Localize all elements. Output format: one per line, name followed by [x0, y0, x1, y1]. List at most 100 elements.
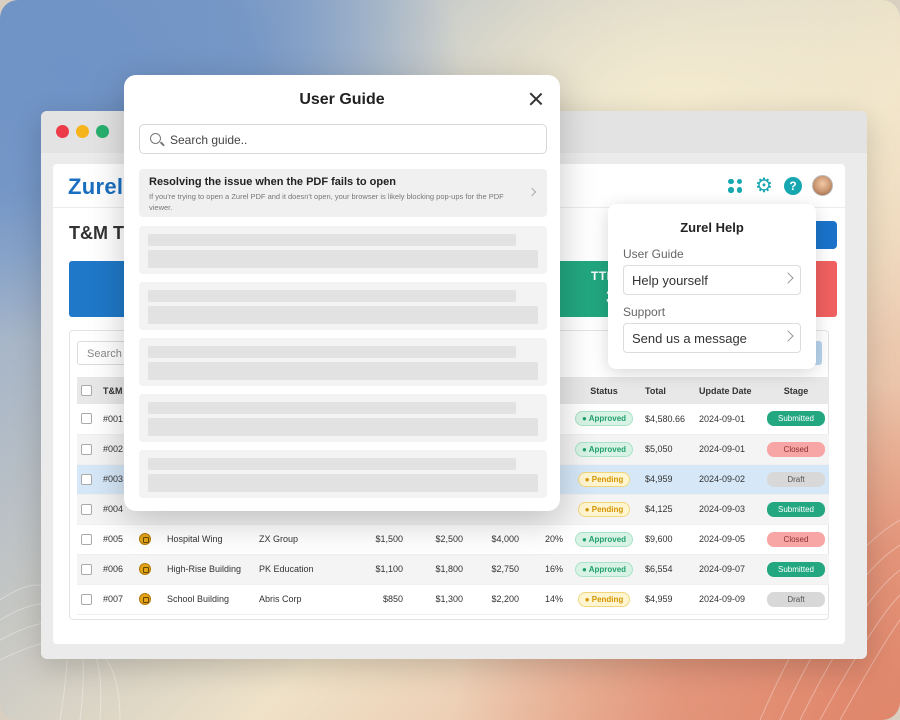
- column-header-status[interactable]: Status: [567, 377, 641, 404]
- loading-skeleton-item: [139, 282, 547, 330]
- search-icon: [150, 133, 161, 144]
- stage-badge[interactable]: Submitted: [767, 501, 825, 517]
- article-title: Resolving the issue when the PDF fails t…: [149, 176, 396, 188]
- update-date-cell: 2024-09-01: [695, 404, 763, 435]
- guide-search-placeholder: Search guide..: [170, 133, 248, 147]
- maximize-window-button[interactable]: [96, 125, 109, 138]
- percent-cell: 20%: [523, 524, 567, 555]
- cost-cell: $1,800: [407, 554, 467, 585]
- update-date-cell: 2024-09-09: [695, 584, 763, 615]
- help-icon[interactable]: ?: [784, 176, 802, 195]
- chevron-right-icon: [782, 272, 794, 284]
- client-name: PK Education: [255, 554, 347, 585]
- percent-cell: 16%: [523, 554, 567, 585]
- row-id: #006: [99, 554, 135, 585]
- client-name: Abris Corp: [255, 584, 347, 615]
- row-checkbox[interactable]: [81, 533, 92, 545]
- cost-cell: $1,100: [347, 554, 407, 585]
- close-window-button[interactable]: [56, 125, 69, 138]
- loading-skeleton-item: [139, 338, 547, 386]
- apps-grid-icon[interactable]: [726, 177, 744, 195]
- user-guide-modal: User Guide Search guide.. Resolving the …: [124, 75, 560, 511]
- cost-cell: $2,750: [467, 554, 523, 585]
- stage-badge[interactable]: Draft: [767, 471, 825, 487]
- cost-cell: $1,300: [407, 584, 467, 615]
- stage-badge[interactable]: Submitted: [767, 411, 825, 427]
- row-checkbox[interactable]: [81, 413, 92, 425]
- total-cell: $4,959: [641, 464, 695, 495]
- cost-cell: $1,500: [347, 524, 407, 555]
- row-checkbox[interactable]: [81, 563, 92, 575]
- select-all-checkbox[interactable]: [81, 385, 92, 397]
- status-badge: ● Approved: [574, 411, 634, 427]
- project-name: School Building: [163, 584, 255, 615]
- status-badge: ● Approved: [574, 561, 634, 577]
- project-icon: [139, 593, 151, 605]
- percent-cell: 14%: [523, 584, 567, 615]
- stage-badge[interactable]: Closed: [767, 441, 825, 457]
- status-badge: ● Approved: [574, 531, 634, 547]
- update-date-cell: 2024-09-01: [695, 434, 763, 465]
- modal-title: User Guide: [299, 91, 385, 108]
- total-cell: $5,050: [641, 434, 695, 465]
- project-name: High-Rise Building: [163, 554, 255, 585]
- chevron-right-icon: [782, 330, 794, 342]
- row-checkbox[interactable]: [81, 473, 92, 485]
- stage-badge[interactable]: Draft: [767, 591, 825, 607]
- table-row[interactable]: #007 School Building Abris Corp $850 $1,300 $…: [77, 584, 829, 615]
- help-yourself-button[interactable]: Help yourself: [623, 265, 801, 295]
- status-badge: ● Approved: [574, 441, 634, 457]
- stage-badge[interactable]: Closed: [767, 531, 825, 547]
- update-date-cell: 2024-09-07: [695, 554, 763, 585]
- help-title: Zurel Help: [680, 220, 744, 235]
- column-header-stage[interactable]: Stage: [763, 377, 829, 404]
- total-cell: $4,125: [641, 494, 695, 525]
- logo[interactable]: Zurel: [68, 174, 123, 200]
- chevron-right-icon: [527, 187, 537, 197]
- update-date-cell: 2024-09-05: [695, 524, 763, 555]
- project-icon: [139, 533, 151, 545]
- row-checkbox[interactable]: [81, 593, 92, 605]
- row-id: #005: [99, 524, 135, 555]
- send-message-button[interactable]: Send us a message: [623, 323, 801, 353]
- client-name: ZX Group: [255, 524, 347, 555]
- project-name: Hospital Wing: [163, 524, 255, 555]
- total-cell: $4,959: [641, 584, 695, 615]
- loading-skeleton-item: [139, 226, 547, 274]
- help-yourself-label: Help yourself: [632, 273, 708, 288]
- status-badge: ● Pending: [577, 591, 631, 607]
- row-checkbox[interactable]: [81, 503, 92, 515]
- guide-search-input[interactable]: Search guide..: [139, 124, 547, 154]
- row-id: #007: [99, 584, 135, 615]
- gear-icon[interactable]: ⚙: [754, 176, 774, 196]
- avatar[interactable]: [812, 175, 833, 196]
- close-icon[interactable]: [528, 91, 544, 107]
- total-cell: $9,600: [641, 524, 695, 555]
- user-guide-label: User Guide: [623, 247, 684, 261]
- page-title: T&M Ti: [69, 223, 129, 243]
- loading-skeleton-item: [139, 394, 547, 442]
- column-header-total[interactable]: Total: [641, 377, 695, 404]
- update-date-cell: 2024-09-02: [695, 464, 763, 495]
- minimize-window-button[interactable]: [76, 125, 89, 138]
- guide-article-item[interactable]: Resolving the issue when the PDF fails t…: [139, 169, 547, 217]
- total-cell: $6,554: [641, 554, 695, 585]
- cost-cell: $2,500: [407, 524, 467, 555]
- status-badge: ● Pending: [577, 501, 631, 517]
- column-header-update-date[interactable]: Update Date: [695, 377, 763, 404]
- loading-skeleton-item: [139, 450, 547, 498]
- stage-badge[interactable]: Submitted: [767, 561, 825, 577]
- send-message-label: Send us a message: [632, 331, 747, 346]
- row-checkbox[interactable]: [81, 443, 92, 455]
- project-icon: [139, 563, 151, 575]
- article-description: If you're trying to open a Zurel PDF and…: [149, 192, 504, 212]
- cost-cell: $2,200: [467, 584, 523, 615]
- help-popover: Zurel Help User Guide Help yourself Supp…: [608, 204, 816, 369]
- total-cell: $4,580.66: [641, 404, 695, 435]
- support-label: Support: [623, 305, 666, 319]
- table-row[interactable]: #006 High-Rise Building PK Education $1,100…: [77, 554, 829, 585]
- cost-cell: $4,000: [467, 524, 523, 555]
- table-row[interactable]: #005 Hospital Wing ZX Group $1,500 $2,500 $4,…: [77, 524, 829, 555]
- update-date-cell: 2024-09-03: [695, 494, 763, 525]
- status-badge: ● Pending: [577, 471, 631, 487]
